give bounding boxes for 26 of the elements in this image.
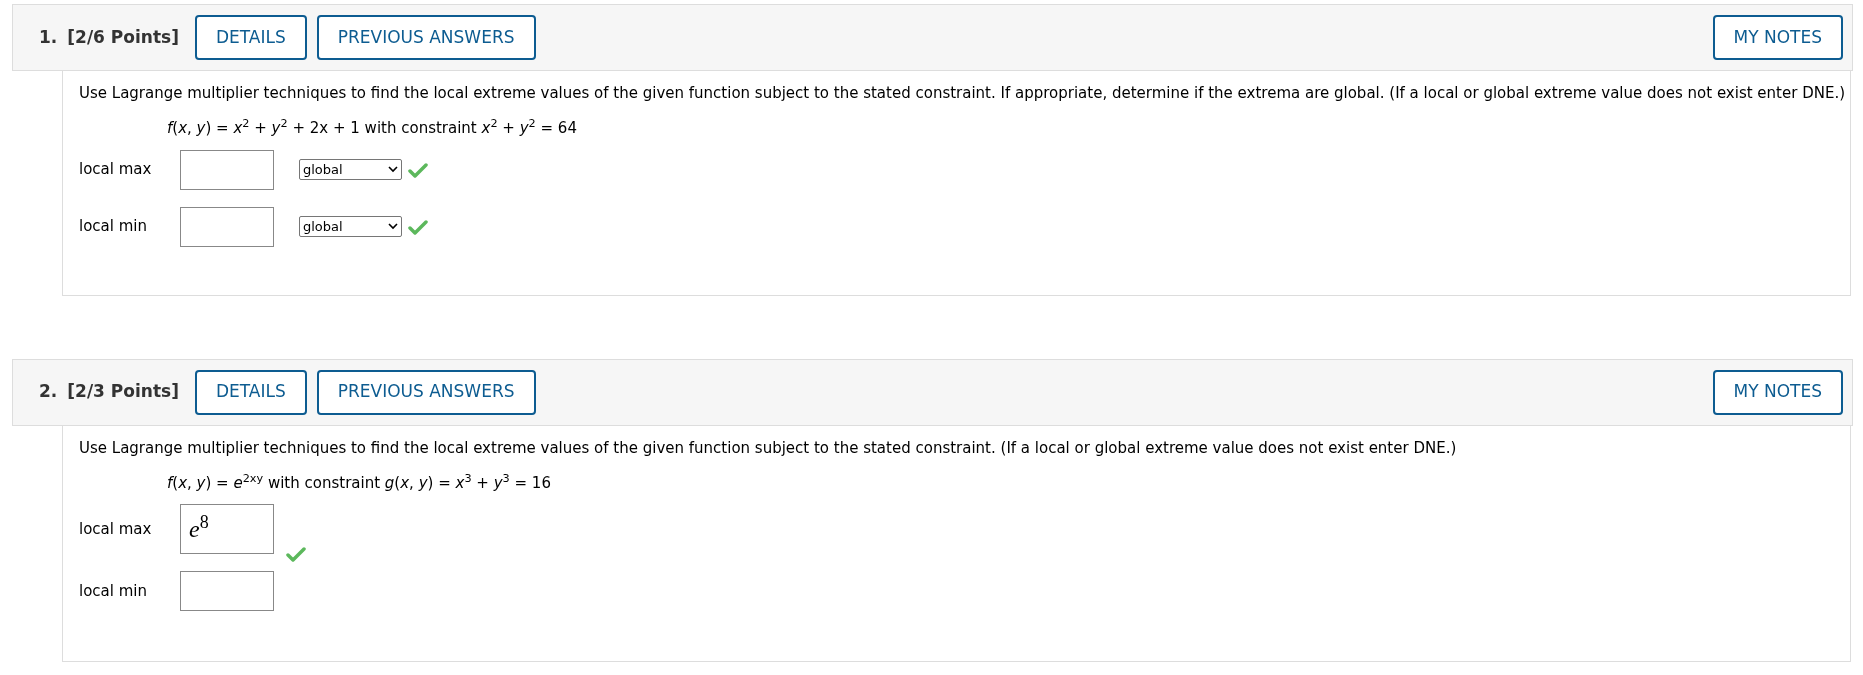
- answer-label: local max: [79, 159, 153, 181]
- answer-label: local min: [79, 216, 148, 238]
- select-dropdown[interactable]: global: [299, 159, 402, 180]
- header-button[interactable]: DETAILS: [194, 369, 307, 415]
- my-notes-button[interactable]: MY NOTES: [1712, 15, 1843, 60]
- header-button[interactable]: PREVIOUS ANSWERS: [316, 15, 536, 60]
- answer-label: local max: [79, 518, 153, 540]
- my-notes-button[interactable]: MY NOTES: [1712, 369, 1843, 415]
- answer-label: local min: [79, 580, 148, 602]
- formula: f(x, y) = e$^{2xy}$ with constraint g(x, y) = x$^{3}$ + y$^{3}$ = 16: [167, 471, 552, 494]
- question-number: 2.: [39, 380, 58, 404]
- answer-field[interactable]: [180, 571, 274, 611]
- select-dropdown[interactable]: global: [299, 216, 402, 237]
- question-number: 1.: [39, 25, 58, 49]
- answer-field[interactable]: [180, 149, 274, 190]
- answer-field[interactable]: [180, 206, 274, 247]
- answer-field[interactable]: e$^{8}$: [180, 504, 274, 554]
- header-button[interactable]: DETAILS: [194, 15, 307, 60]
- question-prompt: Use Lagrange multiplier techniques to find the local extreme values of the given function subject to the stated constraint. (If a local or global extreme value does not exist enter DNE.): [79, 437, 1458, 458]
- header-button[interactable]: PREVIOUS ANSWERS: [316, 369, 536, 415]
- caret-icon: [388, 166, 398, 173]
- formula: f(x, y) = x$^{2}$ + y$^{2}$ + 2x + 1 with constraint x$^{2}$ + y$^{2}$ = 64: [167, 117, 578, 139]
- points-label: [2/3 Points]: [67, 380, 179, 404]
- question-prompt: Use Lagrange multiplier techniques to find the local extreme values of the given function subject to the stated constraint. If appropriate, determine if the extrema are global. (If a local or global extreme value does not exist enter DNE.): [79, 83, 1846, 103]
- caret-icon: [388, 223, 398, 230]
- points-label: [2/6 Points]: [67, 25, 179, 49]
